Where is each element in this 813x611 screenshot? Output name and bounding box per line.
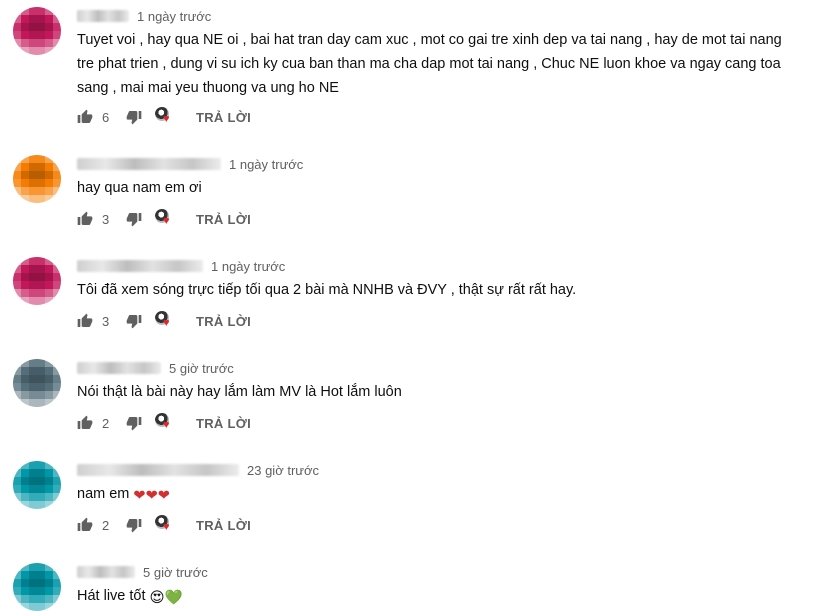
comment-text: hay qua nam em ơi — [77, 180, 202, 196]
reply-button[interactable]: TRẢ LỜI — [196, 212, 251, 227]
thumb-down-icon[interactable] — [126, 517, 142, 533]
comment-time[interactable]: 5 giờ trước — [143, 565, 208, 580]
comment-text: Tuyet voi , hay qua NE oi , bai hat tran… — [77, 32, 782, 96]
comment-text-body: nam em — [77, 486, 130, 502]
comment: 23 giờ trước nam em ❤❤❤ 2 ♥ TRẢ LỜI — [0, 454, 813, 556]
comment: 5 giờ trước Hát live tốt 😍💚 — [0, 556, 813, 611]
avatar[interactable] — [13, 563, 61, 611]
comment-header: 5 giờ trước — [77, 564, 208, 580]
like-count: 3 — [102, 211, 110, 227]
author-name-blurred[interactable] — [77, 464, 239, 476]
comment-actions: 3 ♥ TRẢ LỜI — [77, 209, 251, 229]
comment-header: 1 ngày trước — [77, 156, 303, 172]
comment-text: Tôi đã xem sóng trực tiếp tối qua 2 bài … — [77, 282, 577, 298]
author-name-blurred[interactable] — [77, 362, 161, 374]
comment-actions: 2 ♥ TRẢ LỜI — [77, 515, 251, 535]
comment-text-body: Hát live tốt — [77, 588, 146, 604]
creator-heart-icon: ♥ — [155, 515, 175, 535]
heart-icon: ♥ — [163, 113, 170, 125]
comment-actions: 6 ♥ TRẢ LỜI — [77, 107, 251, 127]
avatar[interactable] — [13, 359, 61, 407]
reply-button[interactable]: TRẢ LỜI — [196, 110, 251, 125]
comment: 5 giờ trước Nói thật là bài này hay lắm … — [0, 352, 813, 454]
comment-time[interactable]: 1 ngày trước — [229, 157, 303, 172]
comment: 1 ngày trước hay qua nam em ơi 3 ♥ TRẢ L… — [0, 148, 813, 250]
reply-button[interactable]: TRẢ LỜI — [196, 416, 251, 431]
heart-icon: ♥ — [163, 215, 170, 227]
thumb-down-icon[interactable] — [126, 313, 142, 329]
like-count: 6 — [102, 109, 110, 125]
author-name-blurred[interactable] — [77, 566, 135, 578]
avatar[interactable] — [13, 7, 61, 55]
like-count: 3 — [102, 313, 110, 329]
creator-heart-icon: ♥ — [155, 413, 175, 433]
heart-icon: ♥ — [163, 317, 170, 329]
comment-text: Nói thật là bài này hay lắm làm MV là Ho… — [77, 384, 402, 400]
creator-heart-icon: ♥ — [155, 209, 175, 229]
comment-header: 5 giờ trước — [77, 360, 234, 376]
comment-header: 1 ngày trước — [77, 8, 211, 24]
comment-header: 23 giờ trước — [77, 462, 319, 478]
comment-header: 1 ngày trước — [77, 258, 285, 274]
heart-emoji-icon: ❤❤❤ — [133, 488, 170, 504]
author-name-blurred[interactable] — [77, 158, 221, 170]
heart-icon: ♥ — [163, 521, 170, 533]
thumb-up-icon[interactable] — [77, 211, 93, 227]
comment: 1 ngày trước Tuyet voi , hay qua NE oi ,… — [0, 0, 813, 125]
comment-text: Hát live tốt 😍💚 — [77, 584, 797, 610]
comment-actions: 2 ♥ TRẢ LỜI — [77, 413, 251, 433]
thumb-up-icon[interactable] — [77, 109, 93, 125]
comment-time[interactable]: 23 giờ trước — [247, 463, 319, 478]
like-count: 2 — [102, 415, 110, 431]
thumb-up-icon[interactable] — [77, 415, 93, 431]
comment: 1 ngày trước Tôi đã xem sóng trực tiếp t… — [0, 250, 813, 352]
creator-heart-icon: ♥ — [155, 107, 175, 127]
thumb-down-icon[interactable] — [126, 211, 142, 227]
thumb-down-icon[interactable] — [126, 415, 142, 431]
comment-text: nam em ❤❤❤ — [77, 482, 797, 508]
comment-time[interactable]: 1 ngày trước — [211, 259, 285, 274]
reply-button[interactable]: TRẢ LỜI — [196, 518, 251, 533]
avatar[interactable] — [13, 461, 61, 509]
author-name-blurred[interactable] — [77, 10, 129, 22]
creator-heart-icon: ♥ — [155, 311, 175, 331]
thumb-up-icon[interactable] — [77, 313, 93, 329]
avatar[interactable] — [13, 257, 61, 305]
comment-actions: 3 ♥ TRẢ LỜI — [77, 311, 251, 331]
emoji-icon: 😍💚 — [149, 590, 183, 606]
author-name-blurred[interactable] — [77, 260, 203, 272]
like-count: 2 — [102, 517, 110, 533]
thumb-down-icon[interactable] — [126, 109, 142, 125]
comment-time[interactable]: 5 giờ trước — [169, 361, 234, 376]
thumb-up-icon[interactable] — [77, 517, 93, 533]
avatar[interactable] — [13, 155, 61, 203]
reply-button[interactable]: TRẢ LỜI — [196, 314, 251, 329]
comment-time[interactable]: 1 ngày trước — [137, 9, 211, 24]
heart-icon: ♥ — [163, 419, 170, 431]
